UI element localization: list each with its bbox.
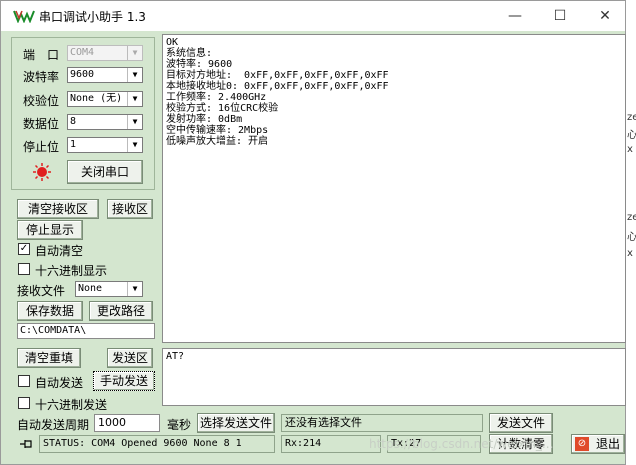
clear-send-button[interactable]: 清空重填 — [17, 348, 81, 368]
port-label: 端 口 — [23, 48, 60, 62]
stop-display-button[interactable]: 停止显示 — [17, 220, 83, 240]
close-window-button[interactable]: ✕ — [583, 1, 627, 31]
exit-button[interactable]: ⊘ 退出 — [571, 434, 625, 454]
save-path-field: C:\COMDATA\ — [17, 323, 155, 339]
edge-text: x — [627, 144, 633, 155]
baud-value: 9600 — [70, 69, 95, 80]
databits-select[interactable]: 8 ▼ — [67, 114, 143, 130]
chevron-down-icon: ▼ — [127, 115, 142, 129]
ms-label: 毫秒 — [167, 418, 192, 432]
stopbits-label: 停止位 — [23, 140, 60, 154]
edge-text: ze — [627, 212, 636, 223]
parity-label: 校验位 — [23, 94, 60, 108]
chevron-down-icon: ▼ — [127, 138, 142, 152]
auto-clear-checkbox[interactable]: ✓ — [18, 243, 30, 255]
databits-label: 数据位 — [23, 117, 60, 131]
manual-send-button[interactable]: 手动发送 — [93, 371, 155, 391]
chevron-down-icon: ▼ — [127, 282, 142, 296]
hex-display-label: 十六进制显示 — [35, 264, 108, 278]
send-area-button[interactable]: 发送区 — [107, 348, 153, 368]
clear-receive-button[interactable]: 清空接收区 — [17, 199, 99, 219]
receive-area-button[interactable]: 接收区 — [107, 199, 153, 219]
chevron-down-icon: ▼ — [127, 92, 142, 106]
edge-text: 心 — [627, 232, 636, 243]
stopbits-select[interactable]: 1 ▼ — [67, 137, 143, 153]
send-file-status: 还没有选择文件 — [281, 414, 483, 432]
edge-text: x — [627, 248, 633, 259]
chevron-down-icon: ▼ — [127, 68, 142, 82]
chevron-down-icon: ▼ — [127, 46, 142, 60]
edge-text: 心 — [627, 130, 636, 141]
hex-send-label: 十六进制发送 — [35, 398, 108, 412]
port-select[interactable]: COM4 ▼ — [67, 45, 143, 61]
stopbits-value: 1 — [70, 139, 77, 150]
change-path-button[interactable]: 更改路径 — [89, 301, 153, 321]
parity-value: None (无) — [70, 93, 123, 104]
background-window-edge: ze 心 x ze 心 x — [626, 0, 636, 465]
save-data-button[interactable]: 保存数据 — [17, 301, 83, 321]
edge-text: ze — [627, 112, 636, 123]
auto-send-period-label: 自动发送周期 — [17, 418, 90, 432]
send-file-button[interactable]: 发送文件 — [489, 413, 553, 433]
window-title: 串口调试小助手 1.3 — [39, 10, 146, 24]
watermark-text: https://blog.csdn.net/weixin_... — [369, 437, 554, 451]
auto-send-checkbox[interactable] — [18, 375, 30, 387]
port-status-led-icon — [33, 163, 51, 181]
receive-textarea[interactable]: OK 系统信息: 波特率: 9600 目标对方地址: 0xFF,0xFF,0xF… — [162, 34, 626, 343]
auto-send-label: 自动发送 — [35, 376, 84, 390]
receive-file-select[interactable]: None ▼ — [75, 281, 143, 297]
app-logo-icon — [13, 10, 35, 23]
hex-display-checkbox[interactable] — [18, 263, 30, 275]
minimize-button[interactable]: — — [493, 1, 537, 31]
exit-label: 退出 — [595, 437, 620, 451]
pin-icon[interactable] — [19, 438, 33, 450]
status-text: STATUS: COM4 Opened 9600 None 8 1 — [39, 435, 275, 453]
exit-icon: ⊘ — [575, 437, 589, 451]
receive-file-value: None — [78, 283, 103, 294]
rx-count: Rx:214 — [281, 435, 381, 453]
title-bar: 串口调试小助手 1.3 — ☐ ✕ — [1, 1, 625, 31]
parity-select[interactable]: None (无) ▼ — [67, 91, 143, 107]
auto-clear-label: 自动清空 — [35, 244, 84, 258]
close-port-button[interactable]: 关闭串口 — [67, 160, 143, 184]
maximize-button[interactable]: ☐ — [538, 1, 582, 31]
hex-send-checkbox[interactable] — [18, 397, 30, 409]
receive-file-label: 接收文件 — [17, 284, 66, 298]
databits-value: 8 — [70, 116, 77, 127]
select-send-file-button[interactable]: 选择发送文件 — [197, 413, 275, 433]
send-textarea[interactable]: AT? — [162, 348, 626, 406]
baud-select[interactable]: 9600 ▼ — [67, 67, 143, 83]
period-input[interactable]: 1000 — [94, 414, 160, 432]
port-value: COM4 — [70, 47, 95, 58]
app-window: 串口调试小助手 1.3 — ☐ ✕ 端 口 COM4 ▼ 波特率 9600 ▼ … — [0, 0, 626, 465]
baud-label: 波特率 — [23, 70, 60, 84]
